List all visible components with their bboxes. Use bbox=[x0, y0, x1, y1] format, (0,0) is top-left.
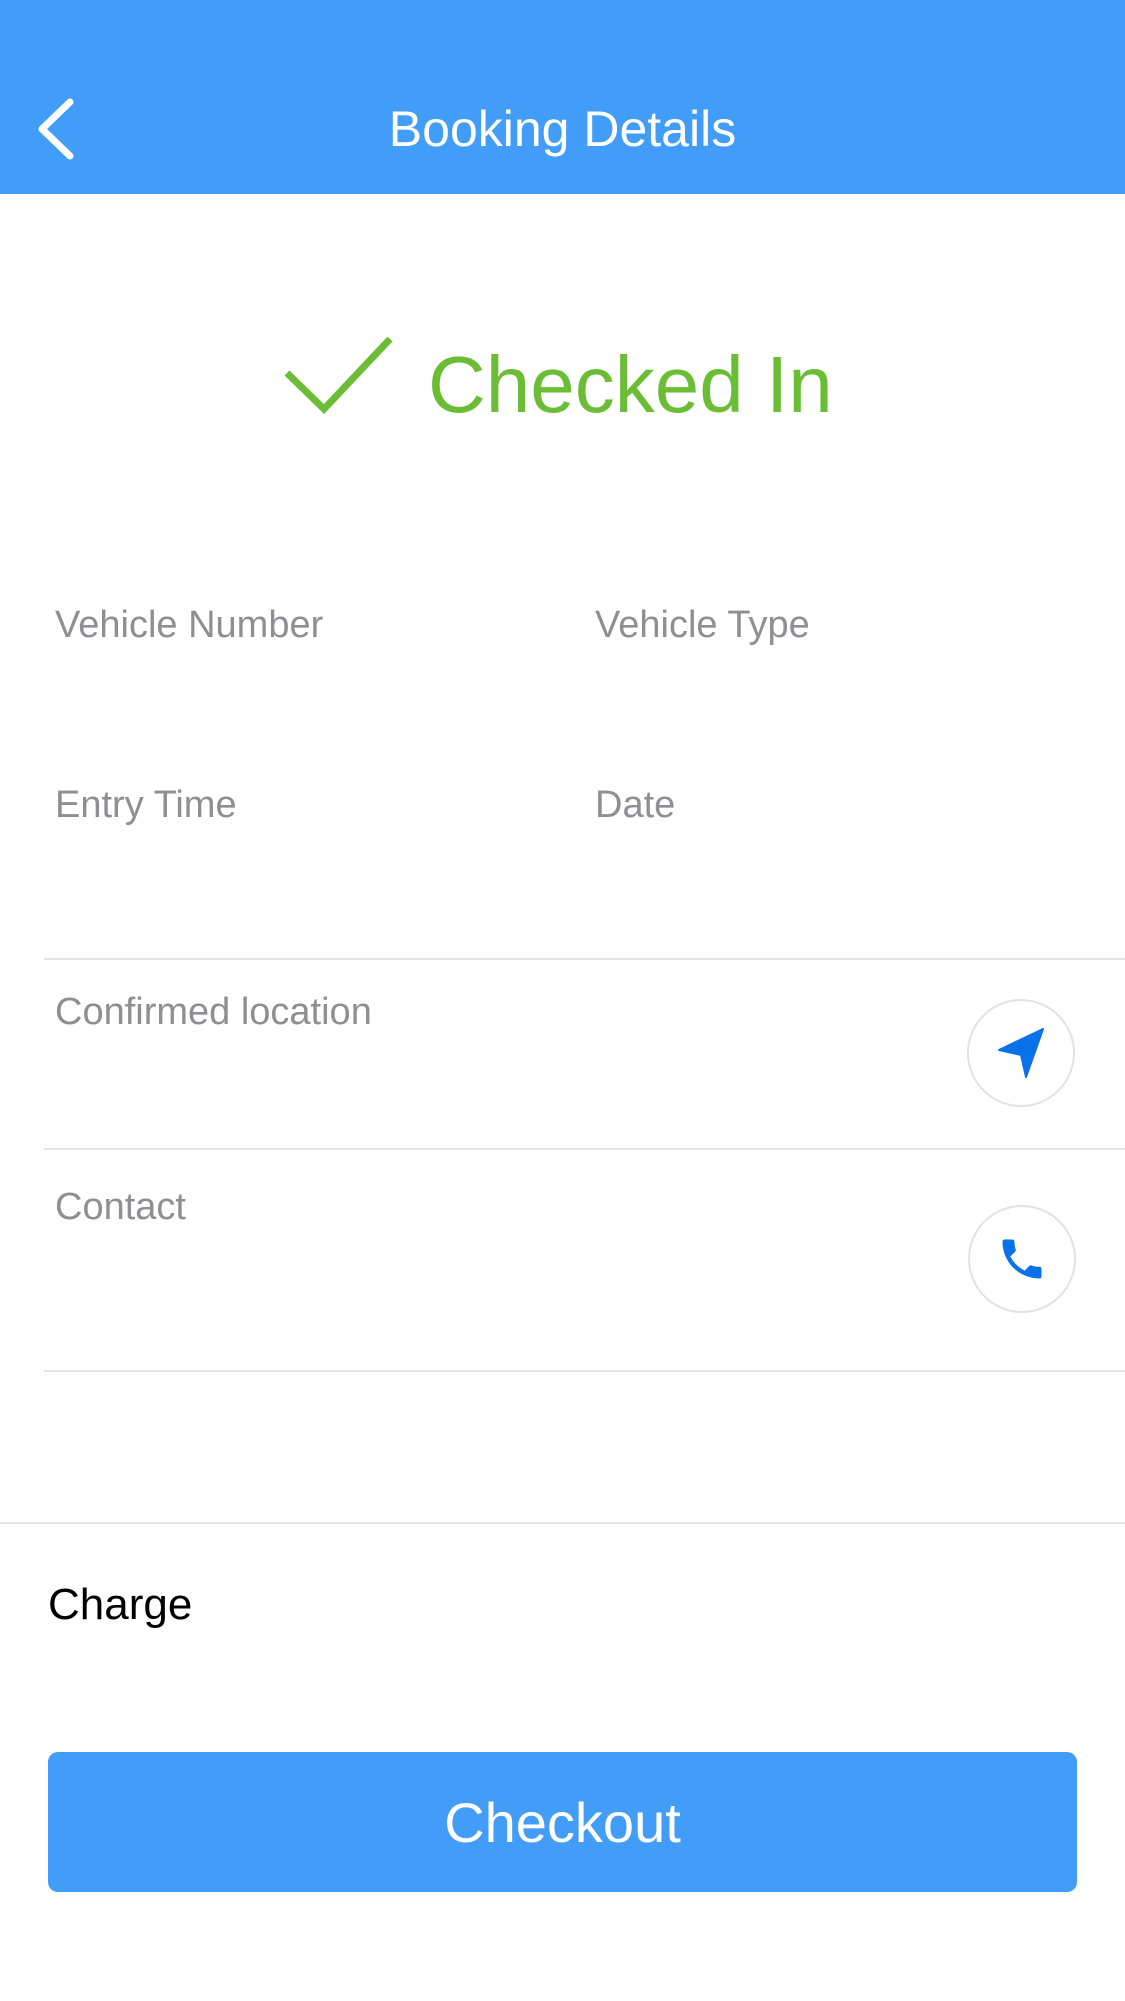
charge-label: Charge bbox=[48, 1580, 193, 1629]
call-button[interactable] bbox=[968, 1205, 1076, 1313]
checkout-label: Checkout bbox=[444, 1791, 681, 1854]
nav-bar: Booking Details bbox=[0, 0, 1125, 194]
divider bbox=[44, 958, 1125, 960]
booking-status: Checked In bbox=[0, 325, 1125, 435]
vehicle-number-label: Vehicle Number bbox=[55, 604, 324, 646]
date-label: Date bbox=[595, 784, 676, 826]
checkmark-icon bbox=[284, 336, 393, 414]
entry-time-label: Entry Time bbox=[55, 784, 237, 826]
contact-label: Contact bbox=[55, 1186, 186, 1228]
divider bbox=[44, 1148, 1125, 1150]
divider bbox=[44, 1370, 1125, 1372]
checkout-button[interactable]: Checkout bbox=[48, 1752, 1077, 1892]
divider bbox=[0, 1522, 1125, 1524]
vehicle-type-label: Vehicle Type bbox=[595, 604, 810, 646]
status-text: Checked In bbox=[428, 340, 833, 429]
navigate-button[interactable] bbox=[967, 999, 1075, 1107]
page-title: Booking Details bbox=[388, 101, 737, 157]
confirmed-location-label: Confirmed location bbox=[55, 991, 372, 1033]
phone-icon bbox=[1002, 1239, 1042, 1279]
navigation-arrow-icon bbox=[998, 1028, 1044, 1078]
